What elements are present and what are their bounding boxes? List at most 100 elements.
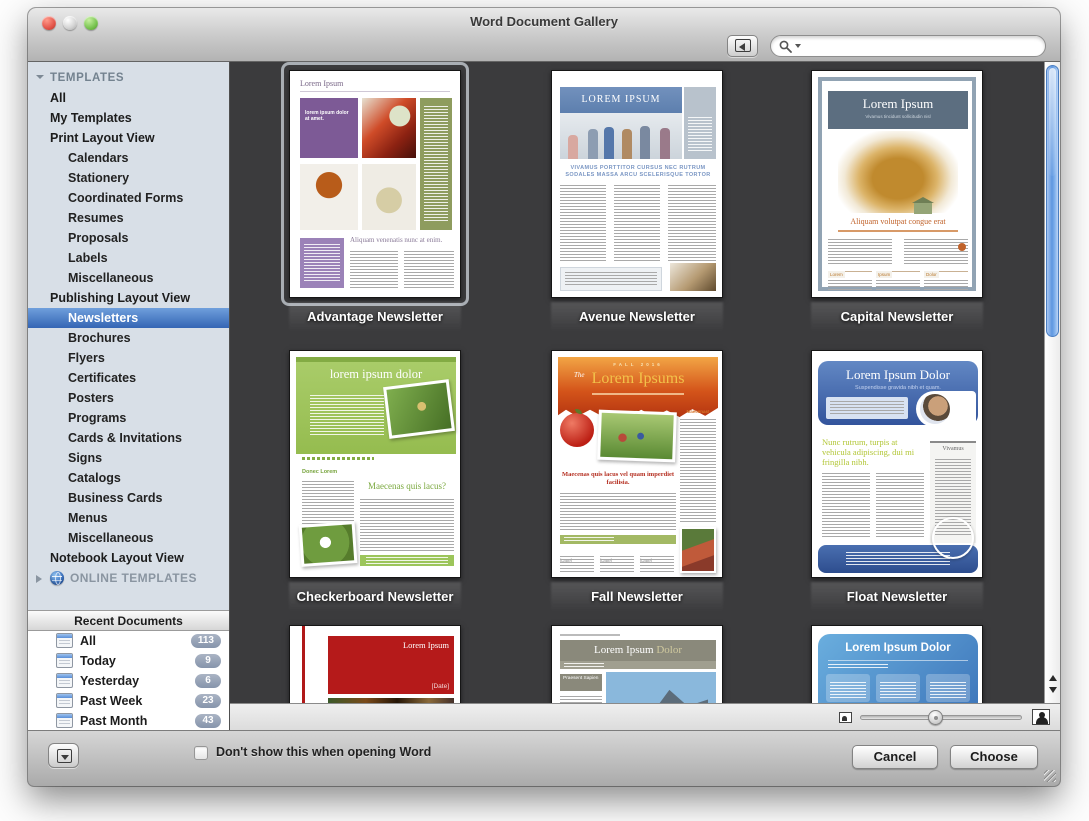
- choose-button[interactable]: Choose: [950, 745, 1038, 769]
- group-photo: [932, 517, 974, 559]
- count-badge: 23: [195, 694, 221, 708]
- sidebar-item-flyers[interactable]: Flyers: [28, 348, 229, 368]
- sidebar-item-programs[interactable]: Programs: [28, 408, 229, 428]
- sidebar-item-my-templates[interactable]: My Templates: [28, 108, 229, 128]
- calendar-icon: [56, 693, 73, 708]
- search-input[interactable]: [807, 37, 1037, 55]
- template-thumbnail-advantage-newsletter[interactable]: Lorem Ipsum lorem ipsum dolor at amet. A…: [275, 70, 475, 324]
- sidebar-item-certificates[interactable]: Certificates: [28, 368, 229, 388]
- search-field[interactable]: [770, 35, 1046, 57]
- template-title: Fall Newsletter: [537, 589, 737, 604]
- template-thumbnail-red-newsletter[interactable]: Lorem Ipsum [Date]: [275, 625, 475, 703]
- apple-photo: [560, 413, 594, 447]
- sidebar-item-business-cards[interactable]: Business Cards: [28, 488, 229, 508]
- template-thumbnail-fall-newsletter[interactable]: FALL 2016 The Lorem Ipsums Maecenas! Mae…: [537, 350, 737, 604]
- count-badge: 113: [191, 634, 221, 648]
- resize-grip[interactable]: [1044, 770, 1056, 782]
- template-title: Float Newsletter: [797, 589, 997, 604]
- people-photo: [560, 113, 682, 159]
- search-icon: [779, 40, 792, 53]
- sidebar-item-calendars[interactable]: Calendars: [28, 148, 229, 168]
- calendar-icon: [56, 673, 73, 688]
- content-area: TEMPLATES All My Templates Print Layout …: [28, 62, 1060, 730]
- word-document-gallery-window: Word Document Gallery TEMPLATES All: [28, 8, 1060, 786]
- sidebar-item-online-templates[interactable]: ONLINE TEMPLATES: [28, 568, 229, 588]
- calendar-icon: [56, 713, 73, 728]
- template-title: Advantage Newsletter: [275, 309, 475, 324]
- sidebar-item-miscellaneous-publishing[interactable]: Miscellaneous: [28, 528, 229, 548]
- writing-hand-photo: [670, 263, 716, 291]
- sidebar-item-cards-invitations[interactable]: Cards & Invitations: [28, 428, 229, 448]
- food-photo: [362, 98, 416, 158]
- recent-item-past-month[interactable]: Past Month 43: [28, 711, 229, 730]
- template-thumbnail-blue-newsletter[interactable]: Lorem Ipsum Dolor: [797, 625, 997, 703]
- templates-list: TEMPLATES All My Templates Print Layout …: [28, 62, 229, 588]
- sidebar-item-newsletters-selected[interactable]: Newsletters: [28, 308, 229, 328]
- sidebar-item-print-layout-view[interactable]: Print Layout View: [28, 128, 229, 148]
- cancel-button[interactable]: Cancel: [852, 745, 938, 769]
- templates-section-header[interactable]: TEMPLATES: [28, 68, 229, 88]
- calendar-icon: [56, 653, 73, 668]
- dont-show-checkbox[interactable]: [194, 746, 208, 760]
- template-thumbnail-gray-newsletter[interactable]: Lorem Ipsum Dolor Praesent Sapien: [537, 625, 737, 703]
- sidebar-item-coordinated-forms[interactable]: Coordinated Forms: [28, 188, 229, 208]
- phone-call-photo: [916, 391, 976, 427]
- sidebar-item-resumes[interactable]: Resumes: [28, 208, 229, 228]
- thumbnail-size-slider[interactable]: [860, 715, 1022, 720]
- sidebar-item-all[interactable]: All: [28, 88, 229, 108]
- template-thumbnail-float-newsletter[interactable]: Lorem Ipsum Dolor Suspendisse gravida ni…: [797, 350, 997, 604]
- scrollbar-thumb[interactable]: [1046, 65, 1059, 337]
- coins-photo: [838, 131, 958, 213]
- sidebar-item-menus[interactable]: Menus: [28, 508, 229, 528]
- calendar-icon: [56, 633, 73, 648]
- count-badge: 9: [195, 654, 221, 668]
- sidebar-item-labels[interactable]: Labels: [28, 248, 229, 268]
- count-badge: 6: [195, 674, 221, 688]
- recent-documents-section: Recent Documents All 113 Today 9 Yesterd…: [28, 610, 229, 730]
- disclosure-triangle-icon[interactable]: [36, 575, 46, 583]
- sidebar-item-miscellaneous-print[interactable]: Miscellaneous: [28, 268, 229, 288]
- recent-item-all[interactable]: All 113: [28, 631, 229, 651]
- sidebar-item-posters[interactable]: Posters: [28, 388, 229, 408]
- count-badge: 43: [195, 714, 221, 728]
- small-thumbnail-icon: [839, 712, 852, 723]
- globe-icon: [50, 571, 64, 585]
- template-thumbnail-checkerboard-newsletter[interactable]: lorem ipsum dolor Donec Lorem Maecenas q…: [275, 350, 475, 604]
- recent-item-past-week[interactable]: Past Week 23: [28, 691, 229, 711]
- disclosure-triangle-icon[interactable]: [36, 75, 44, 83]
- sidebar-item-signs[interactable]: Signs: [28, 448, 229, 468]
- sidebar-toggle-button[interactable]: [727, 35, 758, 57]
- slider-thumb[interactable]: [928, 710, 943, 725]
- template-thumbnail-avenue-newsletter[interactable]: LOREM IPSUM VIVAMUS PORTTITOR CURSUS NEC…: [537, 70, 737, 324]
- thumbnail-size-bar: [230, 703, 1060, 730]
- scroll-up-arrow-icon[interactable]: [1049, 671, 1057, 681]
- sidebar-item-publishing-layout-view[interactable]: Publishing Layout View: [28, 288, 229, 308]
- sidebar-item-stationery[interactable]: Stationery: [28, 168, 229, 188]
- sidebar-item-proposals[interactable]: Proposals: [28, 228, 229, 248]
- sidebar: TEMPLATES All My Templates Print Layout …: [28, 62, 230, 730]
- cake-photo: [300, 164, 358, 230]
- pasta-photo: [362, 164, 416, 230]
- continue-icon: [958, 243, 966, 251]
- sidebar-item-catalogs[interactable]: Catalogs: [28, 468, 229, 488]
- building-photo: [606, 672, 716, 703]
- template-title: Capital Newsletter: [797, 309, 997, 324]
- bottom-bar: Don't show this when opening Word Cancel…: [28, 730, 1060, 786]
- gallery-scrollbar[interactable]: [1044, 62, 1060, 703]
- window-title: Word Document Gallery: [28, 14, 1060, 29]
- mother-child-photo: [680, 527, 716, 573]
- template-thumbnail-capital-newsletter[interactable]: Lorem Ipsum Vivamus tincidunt sollicitud…: [797, 70, 997, 324]
- sidebar-item-brochures[interactable]: Brochures: [28, 328, 229, 348]
- recent-item-yesterday[interactable]: Yesterday 6: [28, 671, 229, 691]
- dont-show-checkbox-label[interactable]: Don't show this when opening Word: [216, 745, 431, 759]
- gallery-viewport: Lorem Ipsum lorem ipsum dolor at amet. A…: [230, 62, 1044, 703]
- template-title: Avenue Newsletter: [537, 309, 737, 324]
- recent-item-today[interactable]: Today 9: [28, 651, 229, 671]
- sidebar-item-notebook-layout-view[interactable]: Notebook Layout View: [28, 548, 229, 568]
- title-bar: Word Document Gallery: [28, 8, 1060, 62]
- scroll-down-arrow-icon[interactable]: [1049, 687, 1057, 697]
- photographer-photo: [383, 379, 455, 439]
- search-scope-chevron-icon[interactable]: [795, 44, 801, 51]
- action-menu-button[interactable]: [48, 743, 79, 768]
- template-gallery: Lorem Ipsum lorem ipsum dolor at amet. A…: [230, 62, 1060, 730]
